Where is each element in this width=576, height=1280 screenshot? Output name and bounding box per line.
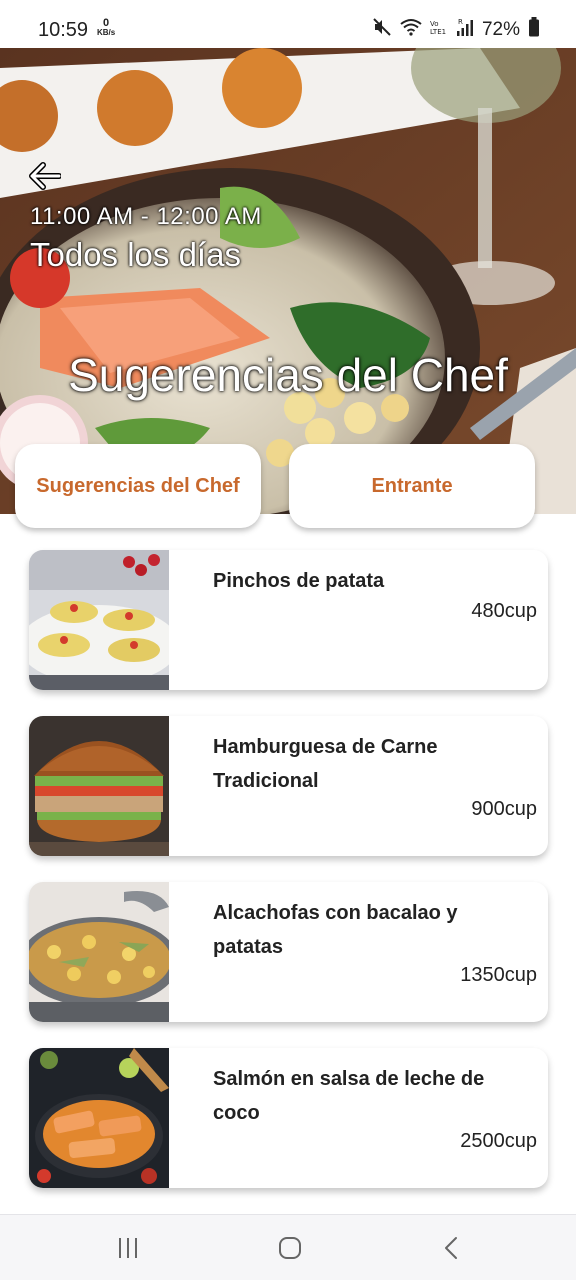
- menu-item-name: Hamburguesa de Carne Tradicional: [213, 736, 438, 792]
- salmon-pan-image: [29, 1048, 169, 1188]
- menu-item-name: Alcachofas con bacalao y patatas: [213, 902, 458, 958]
- battery-percent: 72%: [481, 18, 520, 40]
- svg-text:LTE1: LTE1: [430, 28, 446, 36]
- svg-text:R: R: [458, 18, 463, 26]
- artichoke-stew-image: [29, 882, 169, 1022]
- network-speed: 0 KB/s: [97, 17, 116, 38]
- back-nav-icon: [445, 1237, 457, 1259]
- schedule-hours: 11:00 AM - 12:00 AM: [30, 203, 262, 230]
- menu-item-price: 2500cup: [460, 1130, 537, 1152]
- burger-image: [29, 716, 169, 856]
- menu-item-name: Pinchos de patata: [213, 570, 385, 592]
- status-time: 10:59: [38, 19, 89, 41]
- menu-item-card[interactable]: Pinchos de patata 480cup: [29, 550, 548, 690]
- system-nav-bar: [0, 1214, 576, 1280]
- schedule-days: Todos los días: [30, 236, 241, 273]
- back-button[interactable]: [24, 156, 64, 196]
- menu-item-card[interactable]: Alcachofas con bacalao y patatas 1350cup: [29, 882, 548, 1022]
- volte-icon: Vo LTE1: [430, 18, 448, 41]
- arrow-back-icon: [29, 162, 61, 190]
- home-icon: [279, 1237, 301, 1259]
- menu-item-card[interactable]: Salmón en salsa de leche de coco 2500cup: [29, 1048, 548, 1188]
- home-button[interactable]: [270, 1233, 310, 1263]
- recent-apps-icon: [119, 1238, 137, 1258]
- potato-skewers-image: [29, 550, 169, 690]
- tab-entrante[interactable]: Entrante: [289, 444, 535, 528]
- menu-item-card[interactable]: Hamburguesa de Carne Tradicional 900cup: [29, 716, 548, 856]
- battery-icon: [528, 17, 540, 42]
- menu-item-name: Salmón en salsa de leche de coco: [213, 1068, 485, 1124]
- tab-sugerencias-del-chef[interactable]: Sugerencias del Chef: [15, 444, 261, 528]
- mute-icon: [372, 17, 392, 42]
- page-title: Sugerencias del Chef: [68, 349, 508, 401]
- recent-apps-button[interactable]: [108, 1233, 148, 1263]
- network-speed-unit: KB/s: [97, 28, 116, 37]
- svg-text:Vo: Vo: [430, 20, 439, 28]
- back-nav-button[interactable]: [432, 1233, 472, 1263]
- status-bar: 10:59 0 KB/s Vo LTE1 R 72%: [0, 0, 576, 48]
- menu-item-price: 480cup: [471, 600, 537, 622]
- wifi-icon: [400, 18, 422, 41]
- menu-item-price: 1350cup: [460, 964, 537, 986]
- menu-item-price: 900cup: [471, 798, 537, 820]
- network-speed-value: 0: [103, 17, 110, 29]
- status-icons: Vo LTE1 R 72%: [372, 17, 540, 42]
- signal-icon: R: [456, 18, 474, 41]
